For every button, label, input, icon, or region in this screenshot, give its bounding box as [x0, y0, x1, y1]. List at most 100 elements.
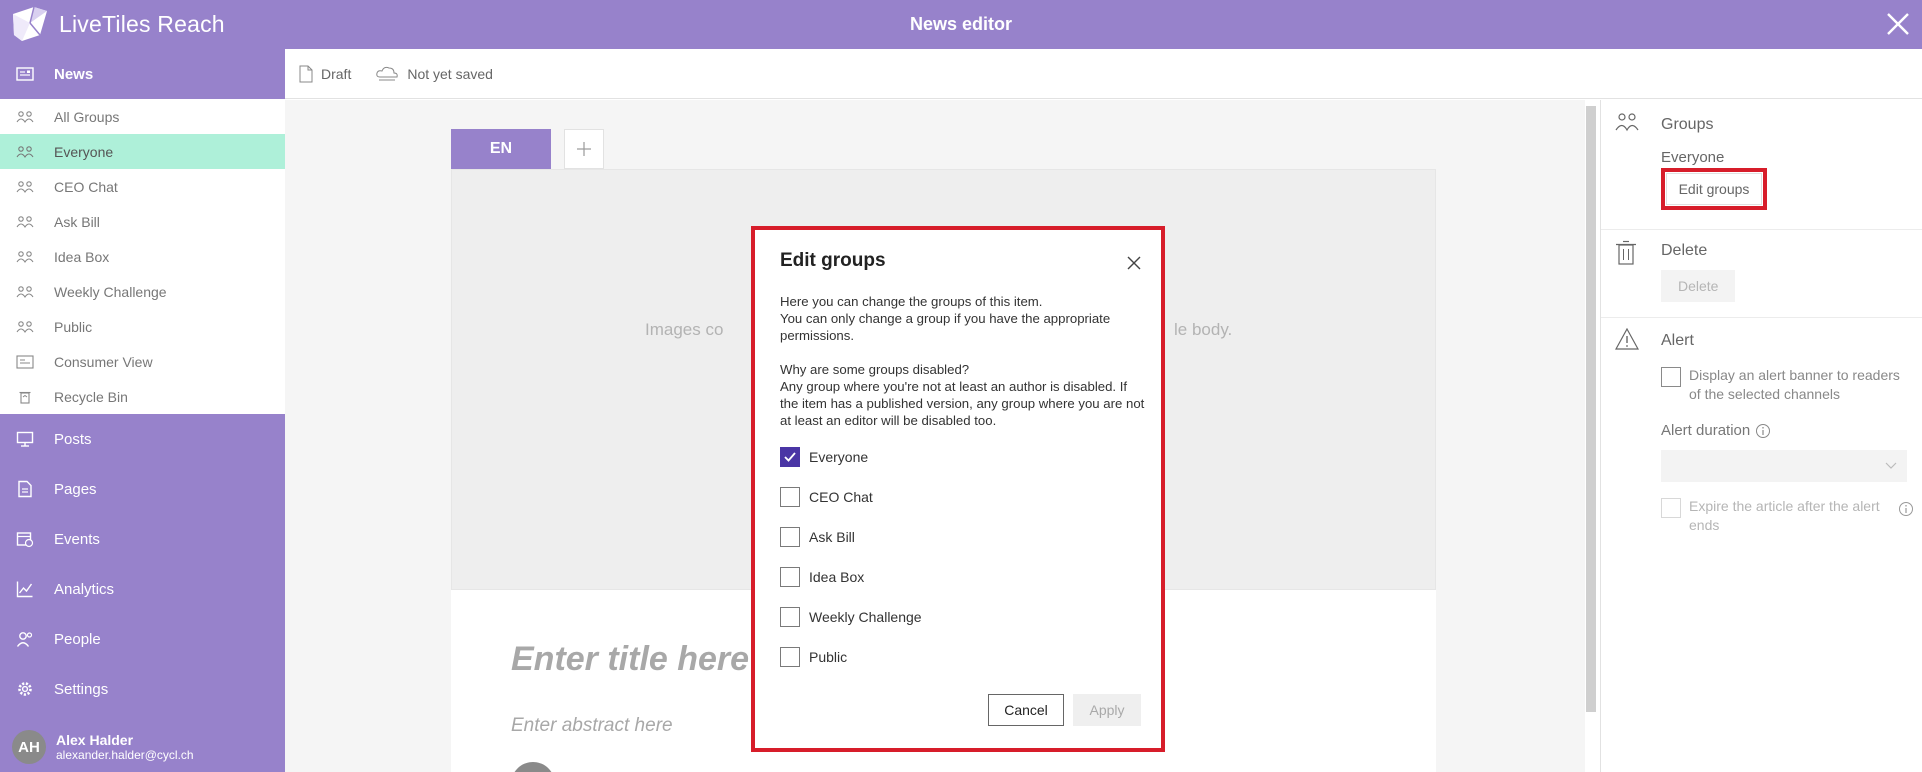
edit-groups-button[interactable]: Edit groups	[1666, 173, 1762, 205]
sidebar-item-pages[interactable]: Pages	[0, 464, 285, 514]
group-icon	[16, 285, 34, 298]
cancel-button[interactable]: Cancel	[988, 694, 1064, 726]
delete-button[interactable]: Delete	[1661, 270, 1736, 302]
checkbox[interactable]	[780, 487, 800, 507]
trash-icon	[1616, 240, 1636, 265]
sidebar-item-news[interactable]: News	[0, 49, 285, 99]
checkmark-icon	[784, 452, 796, 462]
group-option-label: Ask Bill	[809, 529, 855, 545]
dialog-why-title: Why are some groups disabled?	[780, 362, 970, 377]
sidebar-item-label: Settings	[54, 680, 109, 698]
group-option-label: Public	[809, 649, 848, 665]
settings-icon	[18, 682, 32, 696]
alert-duration-select[interactable]	[1661, 450, 1907, 482]
sidebar-item-recycle-bin[interactable]: Recycle Bin	[0, 379, 285, 414]
news-sub-menu: All Groups Everyone CEO Chat Ask Bill Id…	[0, 99, 285, 414]
avatar: AH	[12, 730, 46, 764]
sidebar-item-label: Public	[54, 318, 93, 335]
author-avatar	[511, 762, 555, 772]
language-tab-en[interactable]: EN	[451, 129, 551, 169]
group-icon	[16, 215, 34, 228]
sidebar-item-all-groups[interactable]: All Groups	[0, 99, 285, 134]
user-profile[interactable]: AH Alex Halder alexander.halder@cycl.ch	[0, 722, 285, 772]
groups-title: Groups	[1661, 116, 1714, 133]
sidebar-item-label: Idea Box	[54, 248, 110, 265]
brand-logo[interactable]: LiveTiles Reach	[10, 6, 225, 42]
sidebar-item-analytics[interactable]: Analytics	[0, 564, 285, 614]
user-email: alexander.halder@cycl.ch	[56, 748, 194, 762]
analytics-icon	[16, 581, 33, 598]
sidebar-item-weekly-challenge[interactable]: Weekly Challenge	[0, 274, 285, 309]
delete-title: Delete	[1661, 242, 1708, 259]
group-option-weekly-challenge[interactable]: Weekly Challenge	[780, 607, 922, 627]
alert-duration-text: Alert duration	[1661, 422, 1751, 439]
group-option-everyone[interactable]: Everyone	[780, 447, 868, 467]
sidebar-item-settings[interactable]: Settings	[0, 664, 285, 714]
group-icon	[16, 145, 34, 158]
group-option-label: CEO Chat	[809, 489, 873, 505]
sidebar-item-idea-box[interactable]: Idea Box	[0, 239, 285, 274]
group-icon	[16, 250, 34, 263]
alert-title: Alert	[1661, 332, 1694, 349]
checkbox[interactable]	[780, 527, 800, 547]
sidebar-item-label: Posts	[54, 430, 92, 448]
edit-groups-dialog-highlight: Edit groups Here you can change the grou…	[751, 226, 1165, 752]
sidebar-item-people[interactable]: People	[0, 614, 285, 664]
editor-scrollbar[interactable]	[1586, 106, 1596, 712]
delete-section: Delete Delete	[1601, 230, 1922, 318]
dialog-intro-1: Here you can change the groups of this i…	[780, 294, 1043, 309]
cloud-icon	[376, 66, 399, 80]
group-option-idea-box[interactable]: Idea Box	[780, 567, 864, 587]
sidebar-item-everyone[interactable]: Everyone	[0, 134, 285, 169]
group-option-ceo-chat[interactable]: CEO Chat	[780, 487, 873, 507]
sidebar-item-ask-bill[interactable]: Ask Bill	[0, 204, 285, 239]
groups-icon	[1615, 113, 1639, 132]
sidebar-item-events[interactable]: Events	[0, 514, 285, 564]
dialog-why-text: Any group where you're not at least an a…	[780, 379, 1145, 428]
sidebar-item-label: News	[54, 65, 94, 83]
news-icon	[16, 67, 34, 81]
alert-section: Alert Display an alert banner to readers…	[1601, 318, 1922, 768]
close-icon[interactable]	[1127, 256, 1141, 270]
info-icon[interactable]	[1898, 501, 1914, 517]
group-option-label: Weekly Challenge	[809, 609, 922, 625]
sidebar-item-label: Everyone	[54, 143, 114, 160]
groups-value: Everyone	[1661, 149, 1725, 166]
groups-section: Groups Everyone Edit groups	[1601, 100, 1922, 230]
edit-groups-dialog: Edit groups Here you can change the grou…	[755, 230, 1161, 748]
add-language-button[interactable]	[564, 129, 604, 169]
title-input[interactable]: Enter title here	[511, 640, 749, 679]
expire-article-checkbox[interactable]	[1661, 498, 1681, 518]
abstract-input[interactable]: Enter abstract here	[511, 715, 673, 737]
people-icon	[16, 632, 33, 647]
pages-icon	[18, 480, 32, 498]
sidebar-item-label: Events	[54, 530, 100, 548]
sidebar-item-posts[interactable]: Posts	[0, 414, 285, 464]
posts-icon	[16, 431, 34, 447]
draft-label: Draft	[321, 65, 352, 82]
close-editor-icon[interactable]	[1886, 12, 1910, 36]
chevron-down-icon	[1885, 462, 1897, 469]
sidebar-item-label: Analytics	[54, 580, 115, 598]
sidebar-item-consumer-view[interactable]: Consumer View	[0, 344, 285, 379]
brand-name: LiveTiles Reach	[59, 10, 225, 37]
alert-banner-checkbox[interactable]	[1661, 367, 1681, 387]
editor-toolbar: Draft Not yet saved	[285, 49, 1922, 99]
alert-banner-label: Display an alert banner to readers of th…	[1689, 367, 1900, 402]
dialog-intro-2: You can only change a group if you have …	[780, 311, 1111, 343]
group-option-label: Idea Box	[809, 569, 865, 585]
checkbox[interactable]	[780, 647, 800, 667]
group-option-ask-bill[interactable]: Ask Bill	[780, 527, 855, 547]
sidebar-item-public[interactable]: Public	[0, 309, 285, 344]
apply-button[interactable]: Apply	[1073, 694, 1141, 726]
sidebar-item-label: Weekly Challenge	[54, 283, 167, 300]
sidebar-item-ceo-chat[interactable]: CEO Chat	[0, 169, 285, 204]
document-icon	[299, 65, 313, 82]
info-icon[interactable]	[1755, 423, 1771, 439]
checkbox[interactable]	[780, 567, 800, 587]
group-icon	[16, 180, 34, 193]
checkbox[interactable]	[780, 607, 800, 627]
group-option-public[interactable]: Public	[780, 647, 847, 667]
image-hint-left: Images co	[645, 320, 724, 339]
checkbox[interactable]	[780, 447, 800, 467]
